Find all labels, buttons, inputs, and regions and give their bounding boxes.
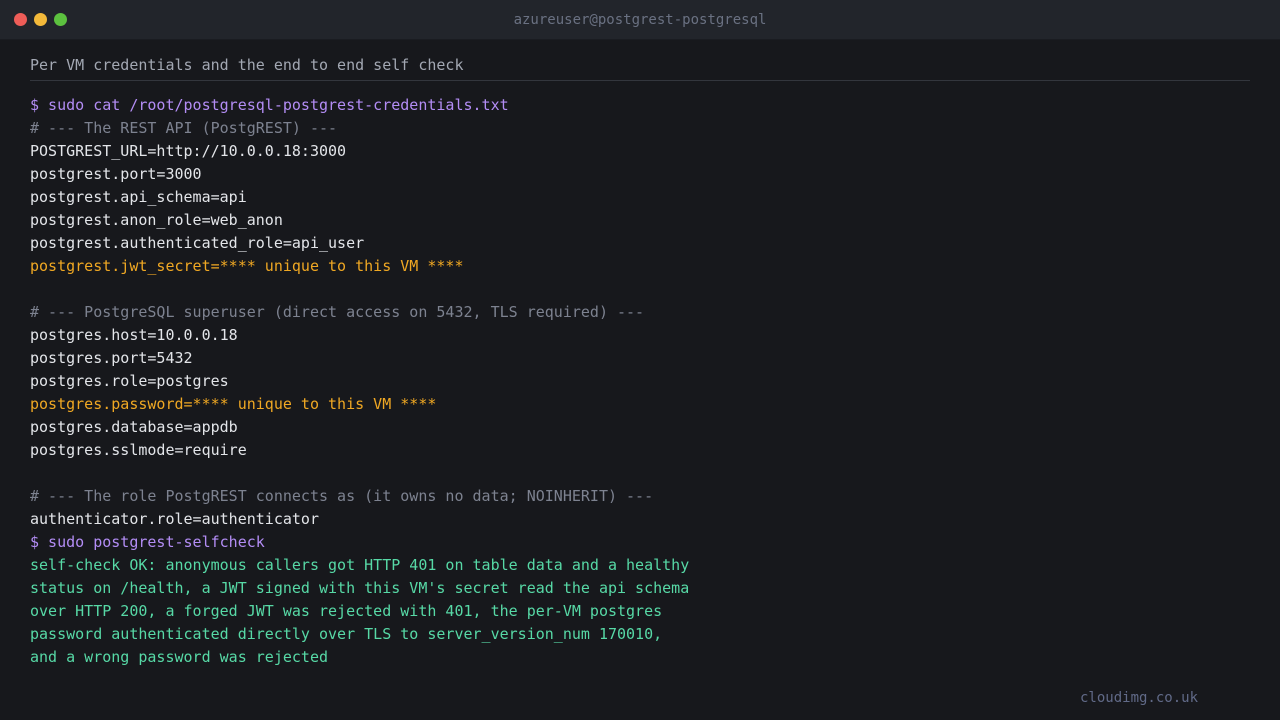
footer-brand: cloudimg.co.uk	[1080, 690, 1199, 706]
terminal-line-comment: # --- The REST API (PostgREST) ---	[30, 119, 338, 137]
terminal-line-kv: postgres.host=10.0.0.18	[30, 326, 238, 344]
window-title: azureuser@postgrest-postgresql	[513, 12, 767, 28]
terminal-line-secret: postgrest.jwt_secret=**** unique to this…	[30, 257, 464, 275]
terminal-output[interactable]: $ sudo cat /root/postgresql-postgrest-cr…	[30, 94, 689, 669]
terminal-line-comment: # --- PostgreSQL superuser (direct acces…	[30, 303, 645, 321]
terminal-line-kv: POSTGREST_URL=http://10.0.0.18:3000	[30, 142, 347, 160]
terminal-line-kv: authenticator.role=authenticator	[30, 510, 319, 528]
terminal-line-kv: postgres.database=appdb	[30, 418, 238, 436]
terminal-line-kv: postgrest.port=3000	[30, 165, 202, 183]
divider	[30, 80, 1250, 81]
page-subtitle: Per VM credentials and the end to end se…	[30, 56, 464, 74]
terminal-line-cmd: $ sudo postgrest-selfcheck	[30, 533, 265, 551]
terminal-line-cmd: $ sudo cat /root/postgresql-postgrest-cr…	[30, 96, 509, 114]
terminal-line-ok: password authenticated directly over TLS…	[30, 625, 663, 643]
terminal-line-kv: postgres.port=5432	[30, 349, 193, 367]
terminal-line-kv: postgrest.anon_role=web_anon	[30, 211, 283, 229]
terminal-line-ok: self-check OK: anonymous callers got HTT…	[30, 556, 690, 574]
terminal-line-kv: postgres.role=postgres	[30, 372, 229, 390]
terminal-line-secret: postgres.password=**** unique to this VM…	[30, 395, 437, 413]
terminal-line-kv: postgrest.api_schema=api	[30, 188, 247, 206]
terminal-line-ok: status on /health, a JWT signed with thi…	[30, 579, 690, 597]
terminal-line-ok: and a wrong password was rejected	[30, 648, 329, 666]
window-titlebar: azureuser@postgrest-postgresql	[0, 0, 1280, 40]
terminal-line-ok: over HTTP 200, a forged JWT was rejected…	[30, 602, 663, 620]
terminal-line-kv: postgrest.authenticated_role=api_user	[30, 234, 365, 252]
terminal-line-kv: postgres.sslmode=require	[30, 441, 247, 459]
terminal-line-comment: # --- The role PostgREST connects as (it…	[30, 487, 654, 505]
